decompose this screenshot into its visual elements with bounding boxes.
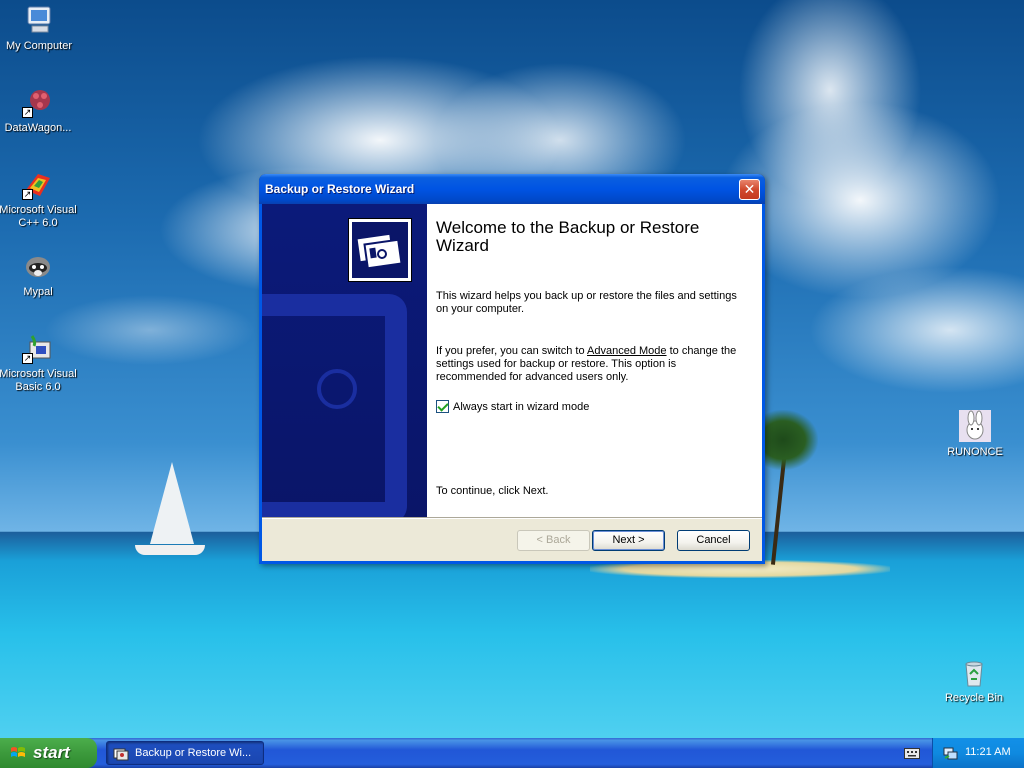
desktop-icon-runonce[interactable]: RUNONCE bbox=[935, 410, 1015, 459]
desktop-icon-label: Microsoft Visual C++ 6.0 bbox=[0, 204, 77, 229]
sailboat-hull bbox=[135, 545, 205, 555]
backup-wizard-logo-icon bbox=[349, 219, 411, 281]
window-frame: Welcome to the Backup or Restore Wizard … bbox=[259, 204, 765, 564]
desktop-icon-recycle-bin[interactable]: Recycle Bin bbox=[934, 656, 1014, 705]
advanced-prefix-text: If you prefer, you can switch to bbox=[436, 345, 588, 357]
desktop-icon-label: Mypal bbox=[23, 286, 53, 298]
desktop-icon-label: Recycle Bin bbox=[944, 692, 1004, 704]
taskbar-item-backup-wizard[interactable]: Backup or Restore Wi... bbox=[106, 741, 264, 765]
windows-flag-icon bbox=[11, 747, 25, 757]
backup-restore-wizard-window: Backup or Restore Wizard ✕ Welcome to th… bbox=[259, 174, 765, 564]
taskbar: start Backup or Restore Wi... 11:21 AM bbox=[0, 738, 1024, 768]
mypal-icon bbox=[22, 250, 54, 282]
close-button[interactable]: ✕ bbox=[739, 179, 760, 200]
wizard-intro-text: This wizard helps you back up or restore… bbox=[436, 290, 737, 315]
clock[interactable]: 11:21 AM bbox=[965, 746, 1011, 758]
recycle-bin-icon bbox=[958, 656, 990, 688]
wizard-heading: Welcome to the Backup or Restore Wizard bbox=[436, 218, 700, 255]
wizard-content: Welcome to the Backup or Restore Wizard … bbox=[427, 204, 762, 517]
shortcut-arrow-icon: ↗ bbox=[22, 107, 33, 118]
network-icon[interactable] bbox=[942, 745, 958, 761]
advanced-mode-link[interactable]: Advanced Mode bbox=[587, 345, 667, 357]
always-wizard-mode-checkbox[interactable] bbox=[436, 400, 449, 413]
wizard-client-area: Welcome to the Backup or Restore Wizard … bbox=[262, 204, 762, 561]
runonce-icon bbox=[959, 410, 991, 442]
continue-text: To continue, click Next. bbox=[436, 485, 549, 497]
my-computer-icon bbox=[23, 4, 55, 36]
title-bar[interactable]: Backup or Restore Wizard ✕ bbox=[259, 174, 765, 204]
button-separator bbox=[262, 517, 762, 519]
shortcut-arrow-icon: ↗ bbox=[22, 189, 33, 200]
taskbar-item-label: Backup or Restore Wi... bbox=[135, 747, 252, 759]
backup-app-icon bbox=[113, 748, 129, 761]
desktop-icon-visual-basic[interactable]: ↗ Microsoft Visual Basic 6.0 bbox=[0, 332, 78, 394]
desktop-icon-mypal[interactable]: Mypal bbox=[0, 250, 78, 299]
desktop-icon-datawagon[interactable]: ↗ DataWagon... bbox=[0, 86, 78, 135]
advanced-mode-paragraph: If you prefer, you can switch to Advance… bbox=[436, 345, 746, 384]
back-button[interactable]: < Back bbox=[517, 530, 590, 551]
cancel-button[interactable]: Cancel bbox=[677, 530, 750, 551]
banner-circle bbox=[317, 369, 357, 409]
start-label: start bbox=[33, 743, 70, 762]
checkbox-label[interactable]: Always start in wizard mode bbox=[453, 401, 589, 413]
window-title: Backup or Restore Wizard bbox=[265, 182, 415, 196]
start-button[interactable]: start bbox=[0, 738, 97, 768]
desktop-icon-my-computer[interactable]: My Computer bbox=[0, 4, 79, 53]
system-tray: 11:21 AM bbox=[932, 738, 1024, 768]
shortcut-arrow-icon: ↗ bbox=[22, 353, 33, 364]
next-button[interactable]: Next > bbox=[592, 530, 665, 551]
wizard-side-banner bbox=[262, 204, 427, 517]
wizard-mode-checkbox-row[interactable]: Always start in wizard mode bbox=[436, 400, 589, 413]
desktop-icon-label: RUNONCE bbox=[947, 446, 1003, 458]
visual-basic-icon: ↗ bbox=[22, 332, 54, 364]
datawagon-icon: ↗ bbox=[22, 86, 54, 118]
desktop-icon-label: DataWagon... bbox=[4, 122, 72, 134]
keyboard-icon[interactable] bbox=[904, 746, 920, 760]
desktop-icon-label: My Computer bbox=[5, 40, 73, 52]
desktop-icon-label: Microsoft Visual Basic 6.0 bbox=[0, 368, 77, 393]
desktop-icon-visual-cpp[interactable]: ↗ Microsoft Visual C++ 6.0 bbox=[0, 168, 78, 230]
visual-cpp-icon: ↗ bbox=[22, 168, 54, 200]
sailboat bbox=[150, 462, 194, 544]
